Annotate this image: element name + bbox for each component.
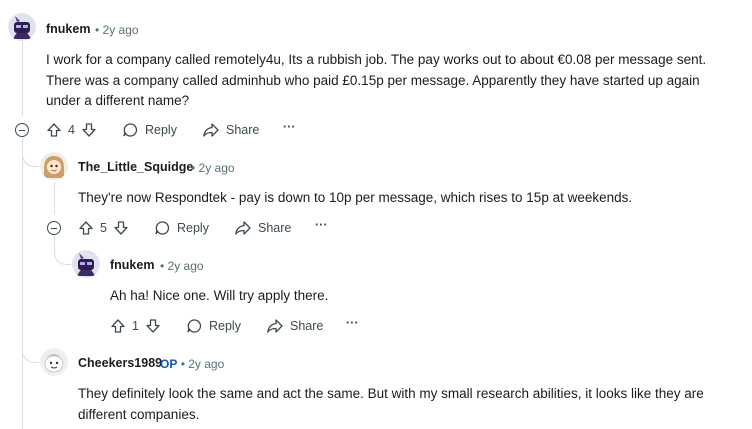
thread-line-level1 <box>54 182 55 214</box>
downvote-icon[interactable] <box>145 318 161 334</box>
snoo-avatar-icon <box>40 152 68 180</box>
comment-time[interactable]: 2y ago <box>199 161 235 175</box>
share-label: Share <box>258 221 292 235</box>
share-label: Share <box>226 123 260 137</box>
share-arrow-icon <box>266 318 284 334</box>
thread-branch-3 <box>54 236 71 265</box>
separator-dot: • <box>160 259 165 273</box>
comment-body: I work for a company called remotely4u, … <box>46 52 707 108</box>
upvote-icon[interactable] <box>46 122 62 138</box>
comment-author[interactable]: fnukem <box>110 258 154 272</box>
reply-label: Reply <box>209 319 241 333</box>
avatar[interactable] <box>40 348 68 376</box>
downvote-icon[interactable] <box>113 220 129 236</box>
snoo-avatar-icon <box>40 348 68 376</box>
thread-line-root-continued <box>22 138 23 429</box>
avatar[interactable] <box>8 13 36 41</box>
speech-bubble-icon <box>186 318 203 334</box>
vote-count: 4 <box>68 123 75 137</box>
thread-branch-4 <box>22 330 39 363</box>
speech-bubble-icon <box>154 220 171 236</box>
vote-control: 1 <box>110 318 161 334</box>
avatar[interactable] <box>72 250 100 278</box>
reply-label: Reply <box>177 221 209 235</box>
speech-bubble-icon <box>122 122 139 138</box>
share-button[interactable]: Share <box>202 122 259 138</box>
comment-meta: • 2y ago <box>95 23 139 37</box>
separator-dot: • <box>95 23 100 37</box>
share-arrow-icon <box>202 122 220 138</box>
comment-author[interactable]: The_Little_Squidge <box>78 160 193 174</box>
more-options-button[interactable]: ··· <box>315 218 328 232</box>
vote-control: 5 <box>78 220 129 236</box>
comment-meta: • 2y ago <box>160 259 204 273</box>
avatar[interactable] <box>40 152 68 180</box>
separator-dot: • <box>180 357 185 371</box>
comment-author[interactable]: fnukem <box>46 22 90 36</box>
separator-dot: • <box>191 161 196 175</box>
more-options-icon: ··· <box>283 120 296 134</box>
collapse-icon[interactable] <box>47 221 61 235</box>
share-arrow-icon <box>234 220 252 236</box>
comment-body: They're now Respondtek - pay is down to … <box>78 190 633 205</box>
reply-button[interactable]: Reply <box>154 220 209 236</box>
more-options-icon: ··· <box>346 316 359 330</box>
reply-label: Reply <box>145 123 177 137</box>
share-button[interactable]: Share <box>234 220 291 236</box>
reply-button[interactable]: Reply <box>122 122 177 138</box>
comment-time[interactable]: 2y ago <box>103 23 139 37</box>
vote-count: 5 <box>100 221 107 235</box>
more-options-button[interactable]: ··· <box>283 120 296 134</box>
comment-meta: OP • 2y ago <box>160 357 224 371</box>
op-badge: OP <box>160 357 178 371</box>
share-button[interactable]: Share <box>266 318 323 334</box>
comment-meta: • 2y ago <box>191 161 235 175</box>
share-label: Share <box>290 319 324 333</box>
more-options-button[interactable]: ··· <box>346 316 359 330</box>
more-options-icon: ··· <box>315 218 328 232</box>
comment-time[interactable]: 2y ago <box>168 259 204 273</box>
thread-line-root <box>22 42 23 116</box>
thread-branch-1 <box>22 138 39 167</box>
downvote-icon[interactable] <box>81 122 97 138</box>
comment-time[interactable]: 2y ago <box>188 357 224 371</box>
snoo-avatar-icon <box>8 13 36 41</box>
snoo-avatar-icon <box>72 250 100 278</box>
collapse-icon[interactable] <box>15 123 29 137</box>
upvote-icon[interactable] <box>78 220 94 236</box>
reply-button[interactable]: Reply <box>186 318 241 334</box>
upvote-icon[interactable] <box>110 318 126 334</box>
comment-body: They definitely look the same and act th… <box>78 386 704 422</box>
vote-count: 1 <box>132 319 139 333</box>
vote-control: 4 <box>46 122 97 138</box>
comment-body: Ah ha! Nice one. Will try apply there. <box>110 288 329 303</box>
comment-author[interactable]: Cheekers1989 <box>78 356 162 370</box>
